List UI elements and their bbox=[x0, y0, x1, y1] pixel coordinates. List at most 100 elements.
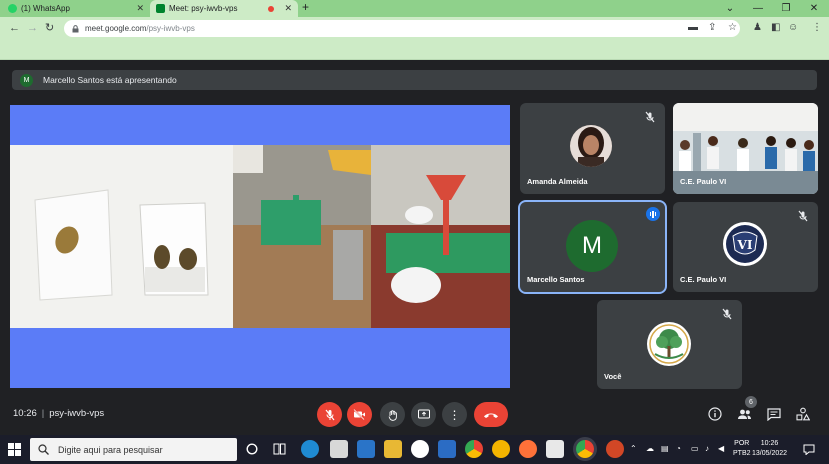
wifi-icon[interactable]: ◔ bbox=[676, 442, 681, 456]
mic-off-icon bbox=[798, 210, 808, 222]
hand-icon bbox=[388, 409, 397, 421]
mic-toggle-button[interactable] bbox=[317, 402, 342, 427]
mail-icon[interactable] bbox=[357, 440, 375, 458]
mic-off-icon bbox=[722, 308, 732, 320]
participant-tile[interactable]: Amanda Almeida bbox=[520, 103, 665, 194]
close-icon[interactable]: ✕ bbox=[284, 3, 292, 14]
hang-up-icon bbox=[484, 413, 498, 418]
avatar: M bbox=[566, 220, 618, 272]
participant-tile[interactable]: VI C.E. Paulo VI bbox=[673, 202, 818, 292]
microphone-icon[interactable]: ♪ bbox=[705, 442, 709, 456]
activities-button[interactable] bbox=[795, 406, 811, 422]
camera-icon[interactable]: ▬ bbox=[688, 21, 698, 35]
meeting-time: 10:26 bbox=[13, 408, 37, 419]
new-tab-button[interactable]: + bbox=[302, 0, 309, 15]
chat-button[interactable] bbox=[766, 406, 782, 422]
task-view-icon[interactable] bbox=[273, 443, 286, 455]
mic-off-icon bbox=[325, 409, 334, 420]
side-panel-icon[interactable]: ◧ bbox=[771, 21, 780, 35]
whatsapp-icon bbox=[8, 4, 17, 13]
more-vert-icon: ⋮ bbox=[448, 407, 461, 422]
tab-whatsapp[interactable]: (1) WhatsApp ✕ bbox=[2, 0, 150, 17]
chrome-active-icon[interactable] bbox=[576, 440, 594, 458]
browser-tab-strip: (1) WhatsApp ✕ Meet: psy-iwvb-vps ✕ + ⌄ … bbox=[0, 0, 829, 17]
participant-tile[interactable]: C.E. Paulo VI bbox=[673, 103, 818, 194]
powerpoint-icon[interactable] bbox=[606, 440, 624, 458]
forward-icon[interactable]: → bbox=[27, 21, 38, 35]
cortana-icon[interactable] bbox=[246, 443, 258, 455]
presenter-banner: M Marcello Santos está apresentando bbox=[12, 70, 817, 90]
file-explorer-icon[interactable] bbox=[384, 440, 402, 458]
tab-meet[interactable]: Meet: psy-iwvb-vps ✕ bbox=[150, 0, 298, 17]
reload-icon[interactable]: ↻ bbox=[45, 21, 54, 35]
shared-screen[interactable] bbox=[10, 105, 510, 388]
slide-photo-middle bbox=[233, 145, 371, 328]
firefox-icon[interactable] bbox=[519, 440, 537, 458]
people-button[interactable] bbox=[736, 406, 752, 422]
search-placeholder: Digite aqui para pesquisar bbox=[58, 444, 163, 455]
office-app-icon[interactable] bbox=[438, 440, 456, 458]
taskbar-search-input[interactable]: Digite aqui para pesquisar bbox=[30, 438, 237, 461]
chrome-icon[interactable] bbox=[465, 440, 483, 458]
meeting-info: 10:26 | psy-iwvb-vps bbox=[13, 408, 105, 419]
activities-icon bbox=[796, 407, 810, 421]
avatar: M bbox=[20, 73, 33, 87]
mic-off-icon bbox=[645, 111, 655, 123]
address-bar[interactable]: meet.google.com/psy-iwvb-vps bbox=[64, 20, 740, 37]
meet-icon bbox=[156, 4, 165, 13]
clock[interactable]: 10:26 13/05/2022 bbox=[752, 439, 787, 459]
network-icon[interactable]: ▤ bbox=[661, 442, 669, 456]
minimize-button[interactable]: — bbox=[744, 0, 772, 17]
store-icon[interactable] bbox=[330, 440, 348, 458]
participant-name: Você bbox=[604, 372, 622, 381]
camera-toggle-button[interactable] bbox=[347, 402, 372, 427]
back-icon[interactable]: ← bbox=[9, 21, 20, 35]
menu-icon[interactable]: ⋮ bbox=[812, 21, 822, 35]
more-options-button[interactable]: ⋮ bbox=[442, 402, 467, 427]
url-path: /psy-iwvb-vps bbox=[146, 24, 195, 33]
windows-start-icon[interactable] bbox=[8, 443, 21, 456]
camera-off-icon bbox=[353, 409, 365, 420]
participant-tile-active[interactable]: M Marcello Santos bbox=[518, 200, 667, 294]
avatar bbox=[647, 322, 691, 366]
self-tile[interactable]: Você bbox=[597, 300, 742, 389]
profile-icon[interactable]: ☺ bbox=[788, 21, 798, 35]
slide-photo-right bbox=[371, 145, 510, 328]
tab-search-icon[interactable]: ⌄ bbox=[716, 0, 744, 17]
clock-date: 13/05/2022 bbox=[752, 450, 788, 457]
tab-title: (1) WhatsApp bbox=[21, 4, 70, 13]
leave-call-button[interactable] bbox=[474, 402, 508, 427]
dell-icon[interactable] bbox=[411, 440, 429, 458]
battery-icon[interactable]: ▭ bbox=[691, 442, 699, 456]
restore-button[interactable]: ❐ bbox=[772, 0, 800, 17]
notification-icon[interactable] bbox=[803, 444, 815, 455]
edge-icon[interactable] bbox=[301, 440, 319, 458]
url-domain: meet.google.com bbox=[85, 24, 147, 33]
taskbar: Digite aqui para pesquisar ⌃ ☁ ▤ ◔ ▭ ♪ ◀… bbox=[0, 435, 829, 464]
lock-icon bbox=[72, 24, 79, 32]
share-icon[interactable]: ⇪ bbox=[708, 21, 716, 35]
people-icon bbox=[737, 409, 751, 419]
participant-name: C.E. Paulo VI bbox=[680, 177, 727, 186]
search-icon bbox=[38, 444, 49, 455]
recording-dot-icon bbox=[268, 5, 275, 12]
meet-window: M Marcello Santos está apresentando Aman… bbox=[0, 60, 829, 435]
speaking-indicator-icon bbox=[646, 207, 660, 221]
calculator-icon[interactable] bbox=[546, 440, 564, 458]
close-icon[interactable]: ✕ bbox=[136, 3, 144, 14]
language-indicator[interactable]: POR PTB2 bbox=[733, 439, 751, 459]
avatar bbox=[570, 125, 612, 167]
show-hidden-icons[interactable]: ⌃ bbox=[630, 442, 637, 456]
bookmarks-bar bbox=[0, 40, 829, 60]
raise-hand-button[interactable] bbox=[380, 402, 405, 427]
app-icon[interactable] bbox=[492, 440, 510, 458]
slide-photo-left bbox=[10, 145, 233, 328]
bookmark-star-icon[interactable]: ☆ bbox=[728, 21, 737, 35]
close-window-button[interactable]: ✕ bbox=[800, 0, 828, 17]
tab-title: Meet: psy-iwvb-vps bbox=[169, 4, 238, 13]
extension-icon[interactable]: ♟ bbox=[753, 21, 762, 35]
meeting-details-button[interactable] bbox=[707, 406, 723, 422]
present-screen-button[interactable] bbox=[411, 402, 436, 427]
weather-icon[interactable]: ☁ bbox=[646, 442, 654, 456]
volume-icon[interactable]: ◀ bbox=[718, 442, 724, 456]
